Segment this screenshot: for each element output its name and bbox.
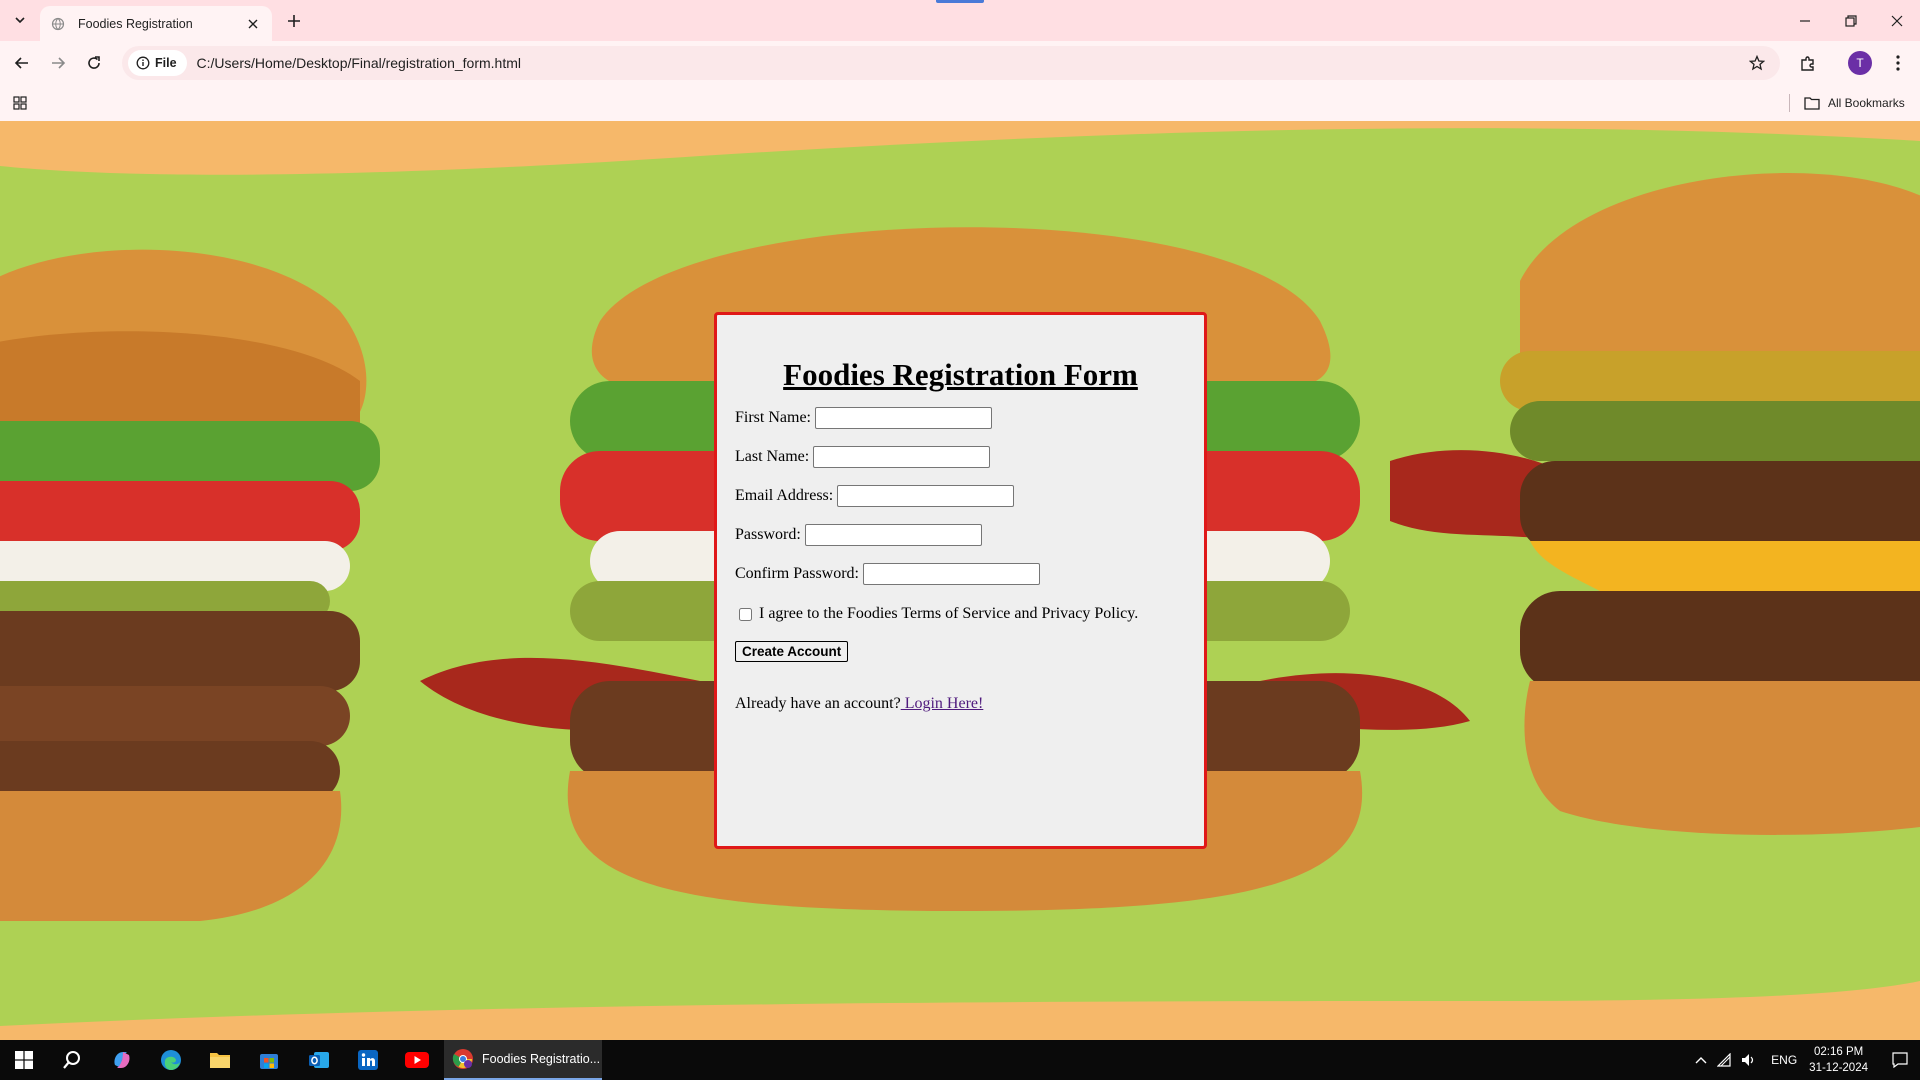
address-bar[interactable]: File C:/Users/Home/Desktop/Final/registr… xyxy=(122,46,1780,80)
forward-button[interactable] xyxy=(44,49,72,77)
reload-button[interactable] xyxy=(80,49,108,77)
windows-taskbar: Foodies Registratio... ENG 02:16 PM 31-1… xyxy=(0,1040,1920,1080)
extensions-button[interactable] xyxy=(1794,49,1822,77)
linkedin-icon[interactable] xyxy=(348,1044,388,1076)
youtube-icon[interactable] xyxy=(397,1044,437,1076)
file-explorer-icon[interactable] xyxy=(200,1044,240,1076)
bookmarks-separator xyxy=(1789,94,1790,112)
minimize-icon xyxy=(1800,19,1810,22)
close-window-button[interactable] xyxy=(1874,0,1920,41)
edge-icon[interactable] xyxy=(151,1044,191,1076)
reload-icon xyxy=(88,56,100,69)
network-icon[interactable] xyxy=(1713,1040,1737,1080)
left-burger-image xyxy=(0,249,380,921)
kebab-menu-icon xyxy=(1896,55,1900,71)
window-controls xyxy=(1782,0,1920,41)
all-bookmarks-label: All Bookmarks xyxy=(1828,96,1905,110)
first-name-row: First Name: xyxy=(735,407,1186,429)
first-name-input[interactable] xyxy=(815,407,992,429)
right-burger-image xyxy=(1390,173,1920,835)
windows-start-icon[interactable] xyxy=(4,1044,44,1076)
clock-date: 31-12-2024 xyxy=(1809,1062,1868,1074)
clock[interactable]: 02:16 PM 31-12-2024 xyxy=(1809,1044,1868,1076)
copilot-icon[interactable] xyxy=(102,1044,142,1076)
puzzle-icon xyxy=(1800,55,1814,71)
system-tray: ENG 02:16 PM 31-12-2024 xyxy=(1689,1040,1920,1080)
last-name-label: Last Name: xyxy=(735,448,810,465)
star-icon xyxy=(1749,55,1765,71)
back-button[interactable] xyxy=(8,49,36,77)
outlook-icon[interactable] xyxy=(299,1044,339,1076)
tab-foodies-registration[interactable]: Foodies Registration xyxy=(40,6,272,41)
restore-icon xyxy=(1845,14,1857,27)
taskbar-active-window[interactable]: Foodies Registratio... xyxy=(444,1040,602,1080)
info-icon xyxy=(136,56,150,70)
minimize-button[interactable] xyxy=(1782,0,1828,41)
email-input[interactable] xyxy=(837,485,1015,507)
email-row: Email Address: xyxy=(735,485,1186,507)
login-link[interactable]: Login Here! xyxy=(901,695,984,712)
clock-time: 02:16 PM xyxy=(1813,1046,1864,1058)
close-icon[interactable] xyxy=(244,15,262,33)
tab-title: Foodies Registration xyxy=(78,16,193,31)
notifications-button[interactable] xyxy=(1880,1040,1920,1080)
site-info-chip[interactable]: File xyxy=(128,50,187,76)
drag-indicator xyxy=(936,0,984,3)
bookmark-star-button[interactable] xyxy=(1742,48,1772,78)
apps-button[interactable] xyxy=(8,91,32,115)
terms-label: I agree to the Foodies Terms of Service … xyxy=(759,605,1139,622)
language-indicator[interactable]: ENG xyxy=(1771,1053,1797,1067)
notification-icon xyxy=(1892,1052,1908,1068)
last-name-input[interactable] xyxy=(813,446,991,468)
email-label: Email Address: xyxy=(735,487,834,504)
new-tab-button[interactable] xyxy=(282,9,306,33)
first-name-label: First Name: xyxy=(735,409,811,426)
restore-button[interactable] xyxy=(1828,0,1874,41)
registration-form-card: Foodies Registration Form First Name: La… xyxy=(714,312,1207,849)
url-text[interactable]: C:/Users/Home/Desktop/Final/registration… xyxy=(197,55,1742,71)
all-bookmarks-button[interactable]: All Bookmarks xyxy=(1804,91,1905,115)
terms-row: I agree to the Foodies Terms of Service … xyxy=(735,603,1186,625)
browser-menu-button[interactable] xyxy=(1884,49,1912,77)
taskbar-active-label: Foodies Registratio... xyxy=(482,1052,601,1066)
login-row: Already have an account? Login Here! xyxy=(735,695,1186,713)
terms-checkbox[interactable] xyxy=(739,607,752,621)
folder-icon xyxy=(1804,97,1820,110)
browser-tab-strip: Foodies Registration xyxy=(0,0,1920,41)
close-icon xyxy=(1891,15,1903,26)
apps-grid-icon xyxy=(13,96,27,110)
profile-avatar[interactable]: T xyxy=(1848,51,1872,75)
confirm-password-label: Confirm Password: xyxy=(735,565,859,582)
chrome-icon xyxy=(452,1049,473,1069)
last-name-row: Last Name: xyxy=(735,446,1186,468)
browser-toolbar: File C:/Users/Home/Desktop/Final/registr… xyxy=(0,41,1920,85)
password-input[interactable] xyxy=(804,524,982,546)
globe-icon xyxy=(50,16,66,32)
tab-list-button[interactable] xyxy=(8,8,32,32)
bookmarks-bar: All Bookmarks xyxy=(0,85,1920,121)
microsoft-store-icon[interactable] xyxy=(249,1044,289,1076)
search-icon[interactable] xyxy=(52,1044,92,1076)
site-chip-label: File xyxy=(155,56,177,70)
back-arrow-icon xyxy=(14,57,28,69)
volume-icon[interactable] xyxy=(1737,1040,1761,1080)
tray-overflow-button[interactable] xyxy=(1689,1040,1713,1080)
confirm-password-row: Confirm Password: xyxy=(735,563,1186,585)
plus-icon xyxy=(288,15,300,27)
create-account-button[interactable]: Create Account xyxy=(735,641,849,662)
page-viewport: Foodies Registration Form First Name: La… xyxy=(0,121,1920,1040)
password-row: Password: xyxy=(735,524,1186,546)
chevron-down-icon xyxy=(15,17,25,24)
password-label: Password: xyxy=(735,526,801,543)
form-title: Foodies Registration Form xyxy=(783,357,1138,392)
forward-arrow-icon xyxy=(52,57,66,69)
chevron-up-icon xyxy=(1695,1057,1707,1064)
login-prompt: Already have an account? xyxy=(735,695,901,712)
confirm-password-input[interactable] xyxy=(863,563,1040,585)
